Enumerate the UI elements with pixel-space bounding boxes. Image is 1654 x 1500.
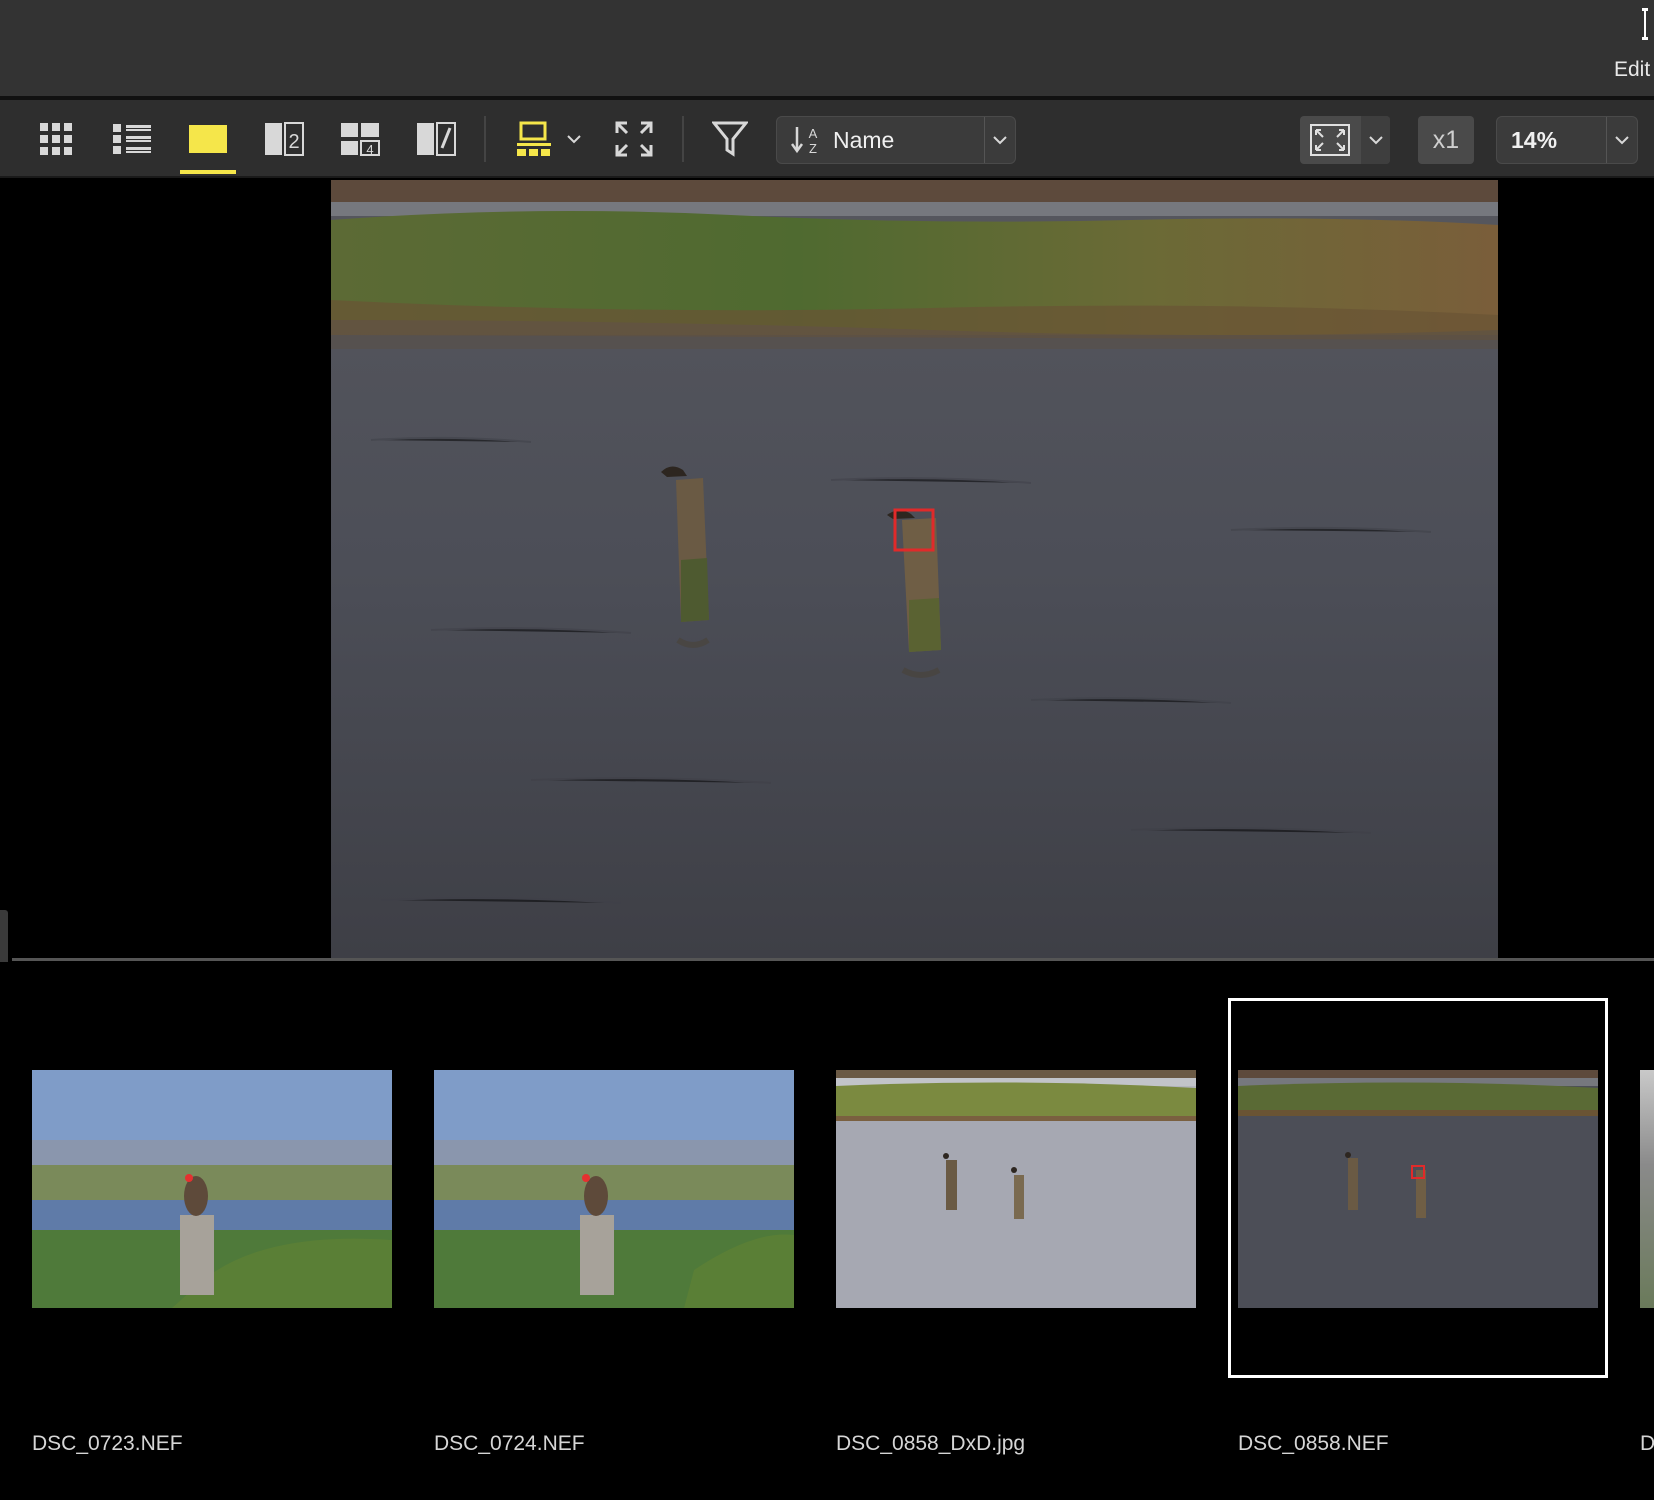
chevron-down-icon xyxy=(1368,136,1383,145)
zoom-level: 14% xyxy=(1511,127,1558,153)
chevron-down-icon xyxy=(1615,136,1629,145)
filmstrip-thumbnail-partial[interactable] xyxy=(1640,1070,1654,1308)
filmstrip-thumbnail[interactable] xyxy=(434,1070,794,1308)
grid-view-button[interactable] xyxy=(32,118,80,160)
filmstrip-layout-icon xyxy=(517,121,551,156)
filmstrip-thumbnail[interactable] xyxy=(836,1070,1196,1308)
filmstrip-layout-dropdown[interactable] xyxy=(556,118,592,160)
sort-label: Name xyxy=(833,127,895,153)
top-bar: Edit xyxy=(0,0,1654,96)
sort-dropdown-arrow[interactable] xyxy=(984,117,1015,163)
filmstrip-layout-button[interactable] xyxy=(510,118,558,160)
toolbar: 2 4 A Z Name x1 14% xyxy=(0,100,1654,178)
thumbnail-filename: DSC_0858.NEF xyxy=(1238,1432,1389,1455)
edit-icon[interactable] xyxy=(1640,8,1650,40)
fullscreen-button[interactable] xyxy=(610,118,658,160)
svg-text:4: 4 xyxy=(366,142,373,156)
compare-four-icon: 4 xyxy=(341,123,380,156)
svg-text:2: 2 xyxy=(288,131,299,153)
grid-icon xyxy=(40,123,72,155)
main-photo[interactable] xyxy=(331,180,1498,958)
svg-text:Z: Z xyxy=(809,141,817,155)
sort-az-icon: A Z xyxy=(790,125,825,160)
thumbnail-filename-partial: D xyxy=(1640,1432,1654,1455)
chevron-down-icon xyxy=(993,136,1007,145)
list-icon xyxy=(113,124,151,154)
filmstrip-splitter[interactable] xyxy=(12,958,1654,961)
fit-to-screen-dropdown[interactable] xyxy=(1361,116,1390,164)
svg-text:A: A xyxy=(809,126,818,141)
filmstrip-thumbnail-selected[interactable] xyxy=(1238,1070,1598,1308)
fullscreen-icon xyxy=(615,121,653,157)
thumbnail-filename: DSC_0724.NEF xyxy=(434,1432,585,1455)
fit-to-screen-button[interactable] xyxy=(1300,116,1360,164)
split-view-button[interactable] xyxy=(412,118,460,160)
filter-icon xyxy=(712,121,748,157)
fit-to-screen-control xyxy=(1300,116,1390,164)
filter-button[interactable] xyxy=(706,118,754,160)
single-image-icon xyxy=(189,125,227,153)
toolbar-divider xyxy=(682,116,684,162)
compare-two-icon: 2 xyxy=(265,122,304,156)
image-viewer xyxy=(0,178,1654,958)
active-view-indicator xyxy=(180,170,236,174)
single-view-button[interactable] xyxy=(184,118,232,160)
list-view-button[interactable] xyxy=(108,118,156,160)
toolbar-divider xyxy=(484,116,486,162)
compare-2-view-button[interactable]: 2 xyxy=(260,118,308,160)
filmstrip-thumbnail[interactable] xyxy=(32,1070,392,1308)
compare-4-view-button[interactable]: 4 xyxy=(336,118,384,160)
filmstrip: DSC_0723.NEF DSC_0724.NEF DSC_0858_DxD.j… xyxy=(0,962,1654,1500)
fit-screen-icon xyxy=(1310,124,1350,156)
edit-label[interactable]: Edit xyxy=(1614,58,1654,82)
chevron-down-icon xyxy=(567,135,581,144)
zoom-dropdown-arrow[interactable] xyxy=(1606,117,1637,163)
sort-dropdown[interactable]: A Z Name xyxy=(776,116,1016,164)
actual-size-button[interactable]: x1 xyxy=(1418,116,1474,164)
thumbnail-filename: DSC_0723.NEF xyxy=(32,1432,183,1455)
zoom-dropdown[interactable]: 14% xyxy=(1496,116,1638,164)
split-view-icon xyxy=(417,122,456,156)
thumbnail-filename: DSC_0858_DxD.jpg xyxy=(836,1432,1026,1455)
